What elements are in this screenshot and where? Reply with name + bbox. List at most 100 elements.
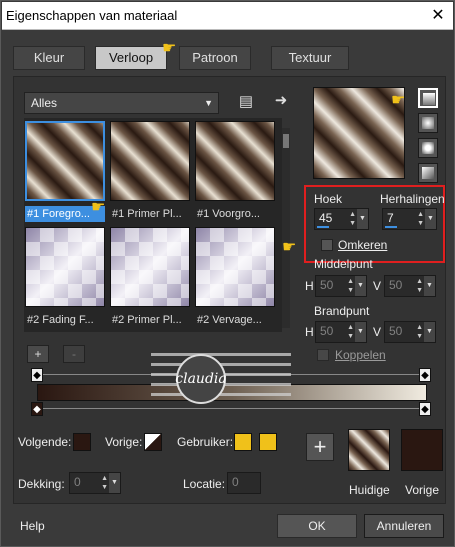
spinner-arrows-icon[interactable]: ▲ ▼ xyxy=(101,474,108,492)
hoek-slider-fill xyxy=(317,226,329,228)
omkeren-checkbox[interactable] xyxy=(321,239,333,251)
gallery-label-6[interactable]: #2 Vervage... xyxy=(195,312,275,328)
locatie-field[interactable]: 0 xyxy=(227,472,261,494)
middelpunt-h-spinner[interactable]: 50 ▲ ▼ ▼ xyxy=(315,275,367,297)
chevron-down-icon[interactable]: ▼ xyxy=(425,209,436,229)
pointing-hand-icon: ☛ xyxy=(391,92,406,109)
spinner-arrows-icon[interactable]: ▲ ▼ xyxy=(347,323,354,341)
sunburst-style-icon xyxy=(422,142,434,154)
brandpunt-label: Brandpunt xyxy=(314,304,370,318)
window-title: Eigenschappen van materiaal xyxy=(6,8,178,23)
material-properties-dialog: Eigenschappen van materiaal ✕ Kleur Verl… xyxy=(0,0,455,547)
right-midpoint-marker[interactable]: ◆ xyxy=(419,368,431,382)
gallery-thumb-3[interactable] xyxy=(195,121,275,201)
middelpunt-v-spinner[interactable]: 50 ▲ ▼ ▼ xyxy=(384,275,436,297)
gallery-label-5[interactable]: #2 Primer Pl... xyxy=(110,312,190,328)
dekking-spinner[interactable]: 0 ▲ ▼ ▼ xyxy=(69,472,121,494)
left-color-stop[interactable]: ◆ xyxy=(31,402,43,416)
volgende-label: Volgende: xyxy=(18,435,72,449)
category-dropdown[interactable]: Alles ▼ xyxy=(24,92,219,114)
brandpunt-h-label: H xyxy=(305,325,314,339)
gallery-thumb-6[interactable] xyxy=(195,227,275,307)
brandpunt-v-spinner[interactable]: 50 ▲ ▼ ▼ xyxy=(384,321,436,343)
tab-kleur[interactable]: Kleur xyxy=(13,46,85,70)
title-bar: Eigenschappen van materiaal ✕ xyxy=(2,2,453,30)
middelpunt-h-value: 50 xyxy=(320,278,334,292)
watermark-text: claudia xyxy=(175,371,226,387)
chevron-down-icon[interactable]: ▼ xyxy=(424,322,435,342)
pointing-hand-icon: ☛ xyxy=(162,40,177,57)
gallery-thumb-5[interactable] xyxy=(110,227,190,307)
add-stop-button[interactable]: + xyxy=(27,345,49,363)
chevron-down-icon[interactable]: ▼ xyxy=(355,322,366,342)
pointing-hand-icon: ☛ xyxy=(91,199,106,216)
koppelen-label: Koppelen xyxy=(335,348,386,362)
dekking-value: 0 xyxy=(74,475,81,489)
brandpunt-h-value: 50 xyxy=(320,324,334,338)
close-icon[interactable]: ✕ xyxy=(429,7,447,25)
hoek-value: 45 xyxy=(319,211,333,225)
gallery-scrollbar[interactable] xyxy=(282,128,290,328)
user-swatch-2[interactable] xyxy=(259,433,277,451)
category-value: Alles xyxy=(31,96,58,110)
tab-textuur[interactable]: Textuur xyxy=(271,46,349,70)
koppelen-checkbox[interactable] xyxy=(317,349,329,361)
spinner-arrows-icon[interactable]: ▲ ▼ xyxy=(417,210,424,228)
current-material-swatch[interactable] xyxy=(348,429,390,471)
spinner-arrows-icon[interactable]: ▲ ▼ xyxy=(416,323,423,341)
gallery-view-icon[interactable]: ▤ xyxy=(236,92,256,112)
material-tabs: Kleur Verloop Patroon Textuur xyxy=(13,46,445,72)
ok-button[interactable]: OK xyxy=(277,514,357,538)
locatie-label: Locatie: xyxy=(183,477,226,491)
previous-material-swatch[interactable] xyxy=(401,429,443,471)
right-color-stop[interactable]: ◆ xyxy=(419,402,431,416)
arrow-right-icon[interactable]: ➜ xyxy=(271,91,291,111)
linear-style-icon xyxy=(423,93,435,105)
brandpunt-h-spinner[interactable]: 50 ▲ ▼ ▼ xyxy=(315,321,367,343)
gallery-label-3[interactable]: #1 Voorgro... xyxy=(195,206,275,222)
hoek-spinner[interactable]: 45 ▲ ▼ ▼ xyxy=(314,208,369,230)
herhalingen-spinner[interactable]: 7 ▲ ▼ ▼ xyxy=(382,208,437,230)
chevron-down-icon[interactable]: ▼ xyxy=(109,473,120,493)
spinner-arrows-icon[interactable]: ▲ ▼ xyxy=(347,277,354,295)
cancel-button[interactable]: Annuleren xyxy=(364,514,444,538)
vorige-label: Vorige: xyxy=(105,435,143,449)
gallery-thumb-4[interactable] xyxy=(25,227,105,307)
middelpunt-v-value: 50 xyxy=(389,278,403,292)
herhalingen-label: Herhalingen xyxy=(380,192,445,206)
chevron-down-icon: ▼ xyxy=(204,98,213,108)
chevron-down-icon[interactable]: ▼ xyxy=(424,276,435,296)
hoek-label: Hoek xyxy=(314,192,343,206)
gebruiker-label: Gebruiker: xyxy=(177,435,234,449)
left-midpoint-marker[interactable]: ◆ xyxy=(31,368,43,382)
gallery-thumb-1[interactable] xyxy=(25,121,105,201)
gallery-label-2[interactable]: #1 Primer Pl... xyxy=(110,206,190,222)
herhalingen-slider-fill xyxy=(385,226,397,228)
rectangular-style-icon xyxy=(422,117,434,129)
spinner-arrows-icon[interactable]: ▲ ▼ xyxy=(349,210,356,228)
foreground-swatch[interactable] xyxy=(73,433,91,451)
dialog-footer: Help OK Annuleren xyxy=(1,507,454,546)
radial-style-button[interactable] xyxy=(418,163,438,183)
tab-verloop[interactable]: Verloop xyxy=(95,46,167,70)
add-swatch-button[interactable]: + xyxy=(306,433,334,461)
linear-style-button[interactable] xyxy=(418,88,438,108)
spinner-arrows-icon[interactable]: ▲ ▼ xyxy=(416,277,423,295)
gallery-label-4[interactable]: #2 Fading F... xyxy=(25,312,105,328)
middelpunt-h-label: H xyxy=(305,279,314,293)
middelpunt-v-label: V xyxy=(373,279,382,293)
herhalingen-value: 7 xyxy=(387,211,394,225)
chevron-down-icon[interactable]: ▼ xyxy=(357,209,368,229)
scrollbar-thumb[interactable] xyxy=(283,134,289,148)
vorige-material-label: Vorige xyxy=(405,483,440,497)
previous-swatch[interactable] xyxy=(144,433,162,451)
sunburst-style-button[interactable] xyxy=(418,138,438,158)
chevron-down-icon[interactable]: ▼ xyxy=(355,276,366,296)
gallery-thumb-2[interactable] xyxy=(110,121,190,201)
user-swatch-1[interactable] xyxy=(234,433,252,451)
radial-style-icon xyxy=(422,167,434,179)
rectangular-style-button[interactable] xyxy=(418,113,438,133)
help-link[interactable]: Help xyxy=(20,519,45,533)
tab-patroon[interactable]: Patroon xyxy=(179,46,251,70)
remove-stop-button[interactable]: - xyxy=(63,345,85,363)
